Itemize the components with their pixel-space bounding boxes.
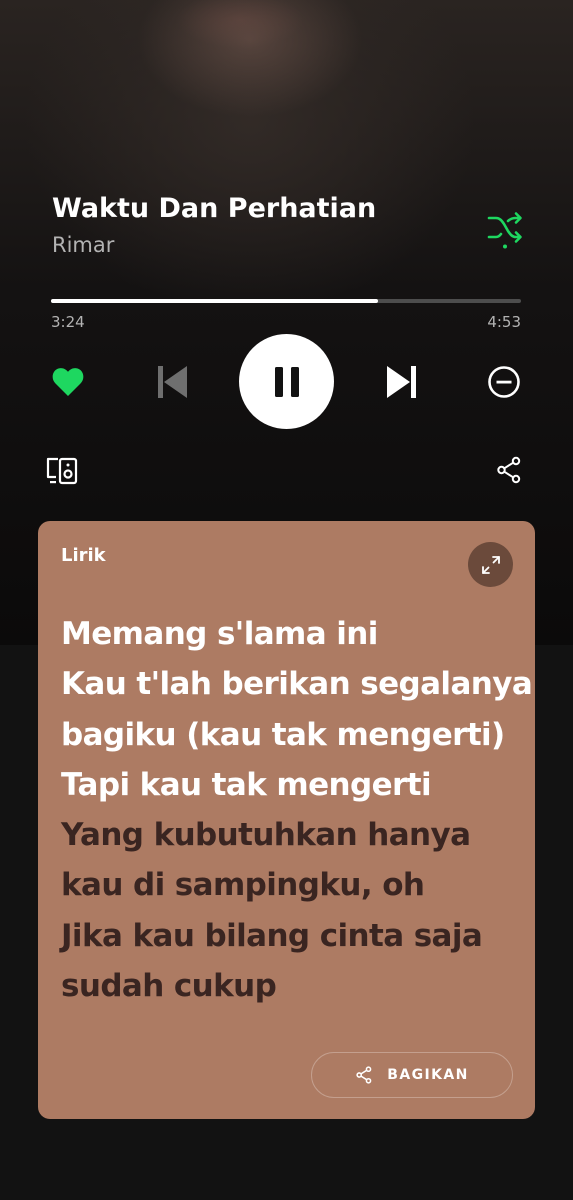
lyric-line[interactable]: kau di sampingku, oh [61,860,521,910]
share-icon [356,1066,372,1084]
lyric-line[interactable]: Kau t'lah berikan segalanya [61,659,533,709]
lyric-line[interactable]: Yang kubutuhkan hanya [61,810,521,860]
connect-devices-icon [46,457,78,485]
share-icon [497,456,521,484]
next-track-button[interactable] [382,362,422,402]
pause-button[interactable] [239,334,334,429]
lyrics-lines: Memang s'lama ini Kau t'lah berikan sega… [61,609,533,1011]
playback-progress-bar[interactable] [51,299,521,303]
share-button[interactable] [496,456,522,484]
lyric-line[interactable]: bagiku (kau tak mengerti) [61,710,521,760]
lyric-line[interactable]: Jika kau bilang cinta saja [61,911,521,961]
expand-lyrics-button[interactable] [468,542,513,587]
lyric-line[interactable]: Tapi kau tak mengerti [61,760,521,810]
minus-circle-icon [488,366,520,398]
skip-previous-icon [158,366,187,398]
connect-devices-button[interactable] [44,455,80,487]
share-lyrics-button[interactable]: BAGIKAN [311,1052,513,1098]
like-button[interactable] [50,365,86,399]
lyric-line[interactable]: sudah cukup [61,961,521,1011]
lyric-line[interactable]: Memang s'lama ini [61,609,521,659]
pause-icon [274,366,299,397]
shuffle-icon[interactable] [486,210,524,250]
heart-filled-icon [52,368,84,396]
lyrics-label: Lirik [61,545,106,566]
previous-track-button[interactable] [152,362,192,402]
elapsed-time: 3:24 [51,313,85,331]
track-artist[interactable]: Rimar [52,233,114,257]
total-duration: 4:53 [487,313,521,331]
share-lyrics-label: BAGIKAN [387,1067,469,1083]
remove-from-queue-button[interactable] [486,364,522,400]
progress-fill [51,299,379,303]
expand-icon [481,555,500,574]
skip-next-icon [387,366,416,398]
lyrics-card[interactable]: Lirik Memang s'lama ini Kau t'lah berika… [38,521,535,1119]
track-title[interactable]: Waktu Dan Perhatian [52,193,376,224]
